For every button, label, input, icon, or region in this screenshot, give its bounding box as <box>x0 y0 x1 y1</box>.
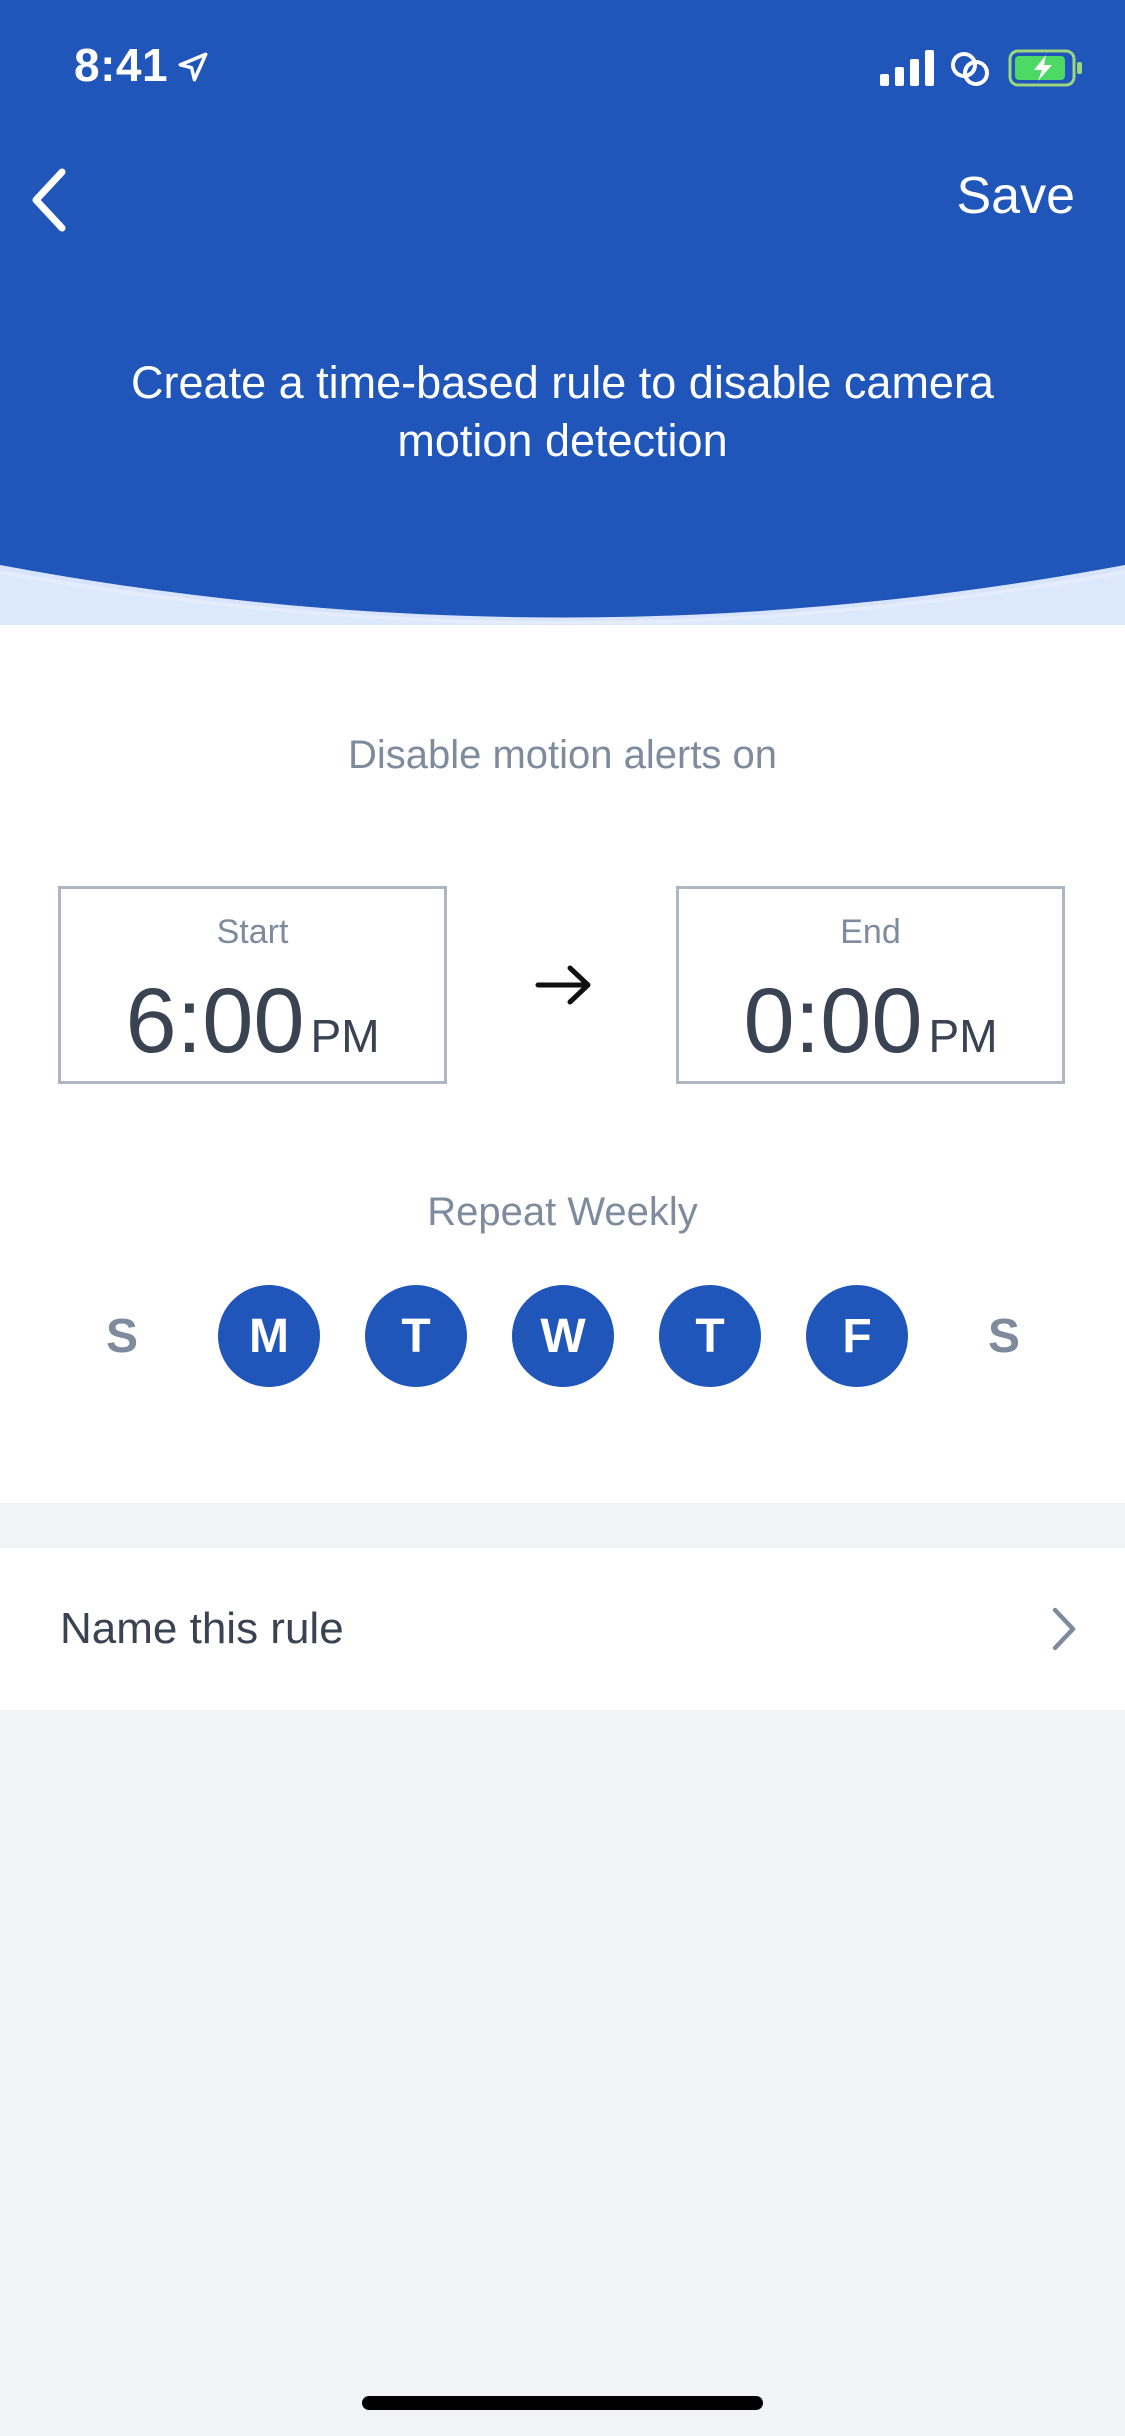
day-wednesday[interactable]: W <box>512 1285 614 1387</box>
battery-charging-icon <box>1008 49 1082 87</box>
home-indicator <box>362 2396 763 2410</box>
start-ampm: PM <box>310 1010 380 1062</box>
header: 8:41 Save Create a time-based rule to di… <box>0 0 1125 625</box>
chevron-right-icon <box>1052 1607 1076 1651</box>
start-time-value: 6:00 PM <box>61 971 444 1071</box>
status-time: 8:41 <box>74 39 169 91</box>
start-label: Start <box>216 913 289 951</box>
start-time-picker[interactable]: Start 6:00 PM <box>58 886 447 1084</box>
name-rule-label: Name this rule <box>60 1604 344 1653</box>
end-label: End <box>840 913 901 951</box>
header-curve <box>0 565 1125 625</box>
name-rule-row[interactable]: Name this rule <box>0 1548 1125 1710</box>
save-button[interactable]: Save <box>956 166 1075 226</box>
end-time: 0:00 <box>743 970 923 1072</box>
day-saturday[interactable]: S <box>953 1285 1055 1387</box>
location-arrow-icon <box>178 52 208 82</box>
day-sunday[interactable]: S <box>71 1285 173 1387</box>
end-time-value: 0:00 PM <box>679 971 1062 1071</box>
page-title: Create a time-based rule to disable came… <box>131 357 994 466</box>
cellular-signal-icon <box>880 50 934 86</box>
status-bar: 8:41 <box>0 0 1125 135</box>
day-tuesday[interactable]: T <box>365 1285 467 1387</box>
end-time-picker[interactable]: End 0:00 PM <box>676 886 1065 1084</box>
arrow-right-icon <box>535 965 591 1005</box>
link-icon <box>951 52 989 86</box>
rule-settings-card: Disable motion alerts on Start 6:00 PM En… <box>0 625 1125 1503</box>
end-ampm: PM <box>928 1010 998 1062</box>
back-button[interactable] <box>18 160 88 240</box>
day-thursday[interactable]: T <box>659 1285 761 1387</box>
day-monday[interactable]: M <box>218 1285 320 1387</box>
day-friday[interactable]: F <box>806 1285 908 1387</box>
disable-label: Disable motion alerts on <box>347 733 778 777</box>
repeat-weekly-label: Repeat Weekly <box>427 1190 698 1234</box>
start-time: 6:00 <box>125 970 305 1072</box>
